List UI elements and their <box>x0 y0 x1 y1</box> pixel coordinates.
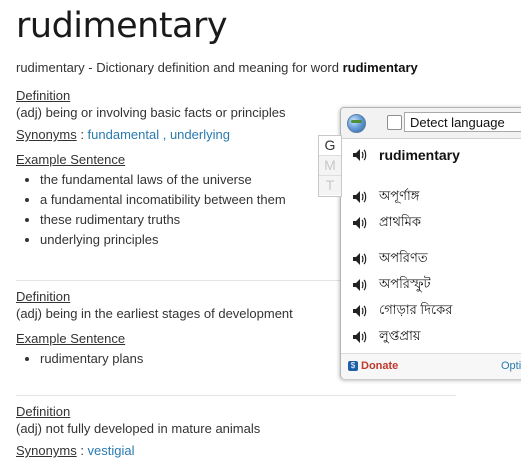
translation-row: অপরিণত <box>352 248 428 270</box>
subtitle-prefix: rudimentary - Dictionary definition and … <box>16 60 343 75</box>
donate-link[interactable]: Donate <box>361 360 398 372</box>
translation-text: গোড়ার দিকের <box>379 301 453 317</box>
donate-icon: $ <box>348 361 358 371</box>
options-link[interactable]: Opti <box>501 360 521 372</box>
page-title: rudimentary <box>16 6 228 46</box>
source-word-row: rudimentary <box>352 144 460 166</box>
synonyms-label: Synonyms <box>16 127 77 142</box>
dictionary-page: rudimentary rudimentary - Dictionary def… <box>0 0 521 465</box>
translation-text: অপরিস্ফুট <box>379 275 431 291</box>
synonyms-label: Synonyms <box>16 443 77 458</box>
popup-toolbar: Detect language <box>341 108 521 139</box>
translation-text: প্রাথমিক <box>379 213 421 229</box>
subtitle-word: rudimentary <box>342 60 418 75</box>
gmt-tabs: G M T <box>318 135 342 197</box>
translation-text: অপরিণত <box>379 249 428 265</box>
translation-row: প্রাথমিক <box>352 212 421 234</box>
synonym-link-underlying[interactable]: underlying <box>170 127 230 142</box>
divider <box>16 395 456 396</box>
definition-label: Definition <box>16 88 71 103</box>
tab-translator[interactable]: T <box>319 175 341 195</box>
translation-row: অপরিস্ফুট <box>352 274 431 296</box>
synonyms-row: Synonyms : vestigial <box>16 443 456 458</box>
tab-microsoft[interactable]: M <box>319 155 341 175</box>
translation-row: গোড়ার দিকের <box>352 300 452 322</box>
definition-text: (adj) not fully developed in mature anim… <box>16 421 261 436</box>
speaker-icon[interactable] <box>352 148 367 162</box>
translation-row: লুপ্তপ্রায় <box>352 326 421 348</box>
page-subtitle: rudimentary - Dictionary definition and … <box>16 60 418 75</box>
definition-block-3: Definition (adj) not fully developed in … <box>16 404 456 458</box>
speaker-icon[interactable] <box>352 330 367 344</box>
speaker-icon[interactable] <box>352 252 367 266</box>
translation-row: অপূর্ণাঙ্গ <box>352 186 419 208</box>
globe-icon[interactable] <box>347 114 366 133</box>
synonyms-separator: : <box>76 127 88 142</box>
source-word: rudimentary <box>379 147 460 163</box>
synonyms-separator: : <box>76 443 88 458</box>
popup-footer: $ Donate Opti <box>341 353 521 379</box>
detect-language-checkbox[interactable] <box>387 115 402 130</box>
synonym-joiner: , <box>159 127 170 142</box>
language-select[interactable]: Detect language <box>404 112 521 132</box>
tab-google[interactable]: G <box>319 136 341 155</box>
speaker-icon[interactable] <box>352 216 367 230</box>
speaker-icon[interactable] <box>352 304 367 318</box>
speaker-icon[interactable] <box>352 278 367 292</box>
synonym-link-fundamental[interactable]: fundamental <box>88 127 160 142</box>
synonym-link-vestigial[interactable]: vestigial <box>88 443 135 458</box>
translation-text: লুপ্তপ্রায় <box>379 327 421 343</box>
speaker-icon[interactable] <box>352 190 367 204</box>
translation-text: অপূর্ণাঙ্গ <box>379 187 420 203</box>
definition-label: Definition <box>16 404 71 419</box>
